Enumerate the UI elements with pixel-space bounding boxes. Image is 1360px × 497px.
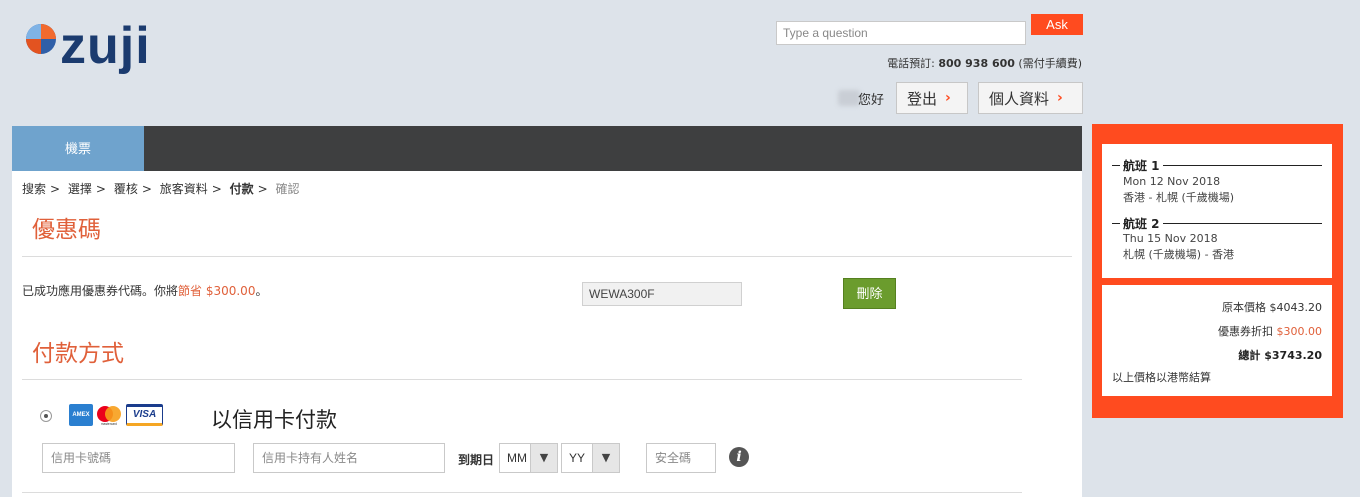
phone-booking-info: 電話預訂: 800 938 600 (需付手續費) [887, 55, 1082, 71]
section-divider [22, 492, 1022, 493]
breadcrumb-separator: > [257, 182, 268, 196]
expiry-month-select[interactable]: MM ▼ [499, 443, 558, 473]
original-price-label: 原本價格 [1222, 301, 1266, 314]
currency-note: 以上價格以港幣結算 [1112, 371, 1211, 384]
chevron-down-icon: ▼ [592, 444, 619, 472]
logout-label: 登出 [907, 89, 938, 108]
zuji-logo[interactable]: zuji [24, 17, 164, 78]
breadcrumb-traveller[interactable]: 旅客資料 [160, 182, 208, 196]
breadcrumb-separator: > [95, 182, 106, 196]
breadcrumb-select[interactable]: 選擇 [68, 182, 92, 196]
breadcrumb-separator: > [211, 182, 222, 196]
flight-summary-box: 航班 1 Mon 12 Nov 2018 香港 - 札幌 (千歲機場) 航班 2… [1102, 144, 1332, 278]
promo-saved-amount: 節省 $300.00 [178, 284, 256, 298]
promo-applied-message: 已成功應用優惠券代碼。你將節省 $300.00。 [22, 282, 267, 299]
tab-flights[interactable]: 機票 [12, 126, 144, 171]
original-price-row: 原本價格 $4043.20 [1222, 299, 1322, 315]
info-icon[interactable]: i [729, 447, 749, 467]
card-holder-input[interactable] [253, 443, 445, 473]
discount-label: 優惠券折扣 [1218, 325, 1273, 338]
profile-button[interactable]: 個人資料 › [978, 82, 1083, 114]
chevron-right-icon: › [1057, 90, 1063, 106]
profile-label: 個人資料 [989, 89, 1050, 108]
total-label: 總計 [1238, 349, 1261, 362]
credit-card-radio[interactable] [40, 410, 52, 422]
flight-1-route: 香港 - 札幌 (千歲機場) [1123, 191, 1235, 204]
expiry-label: 到期日 [458, 453, 495, 467]
section-divider [22, 379, 1022, 380]
breadcrumb-review[interactable]: 覆核 [114, 182, 138, 196]
price-summary-box: 原本價格 $4043.20 優惠券折扣 $300.00 總計 $3743.20 … [1102, 285, 1332, 396]
ask-button[interactable]: Ask [1031, 14, 1083, 35]
promo-message-prefix: 已成功應用優惠券代碼。你將 [22, 284, 179, 298]
payment-section-title: 付款方式 [32, 341, 124, 367]
booking-summary-panel: 航班 1 Mon 12 Nov 2018 香港 - 札幌 (千歲機場) 航班 2… [1092, 124, 1343, 418]
phone-number: 800 938 600 [938, 57, 1015, 70]
flight-2-heading: 航班 2 [1112, 215, 1322, 232]
delete-promo-button[interactable]: 刪除 [843, 278, 896, 309]
breadcrumb-payment: 付款 [229, 182, 254, 196]
logout-button[interactable]: 登出 › [896, 82, 968, 114]
blurred-username [838, 90, 860, 106]
expiry-year-select[interactable]: YY ▼ [561, 443, 620, 473]
chevron-down-icon: ▼ [530, 444, 557, 472]
discount-row: 優惠券折扣 $300.00 [1218, 323, 1322, 339]
flight-1-date: Mon 12 Nov 2018 [1123, 175, 1221, 188]
breadcrumb-search[interactable]: 搜索 [22, 182, 46, 196]
promo-message-suffix: 。 [255, 284, 268, 298]
breadcrumb-separator: > [50, 182, 61, 196]
promo-section-title: 優惠碼 [32, 217, 101, 243]
flight-2-route: 札幌 (千歲機場) - 香港 [1123, 248, 1235, 261]
card-number-input[interactable] [42, 443, 235, 473]
expiry-year-value: YY [569, 451, 586, 465]
amex-card-icon: AMEX [69, 404, 93, 426]
chevron-right-icon: › [945, 90, 951, 106]
breadcrumb: 搜索 > 選擇 > 覆核 > 旅客資料 > 付款 > 確認 [22, 180, 304, 197]
breadcrumb-separator: > [141, 182, 152, 196]
credit-card-method-label: 以信用卡付款 [211, 408, 337, 432]
phone-prefix: 電話預訂: [887, 57, 939, 70]
original-price-amount: $4043.20 [1269, 301, 1323, 314]
question-search-input[interactable] [776, 21, 1026, 45]
mastercard-text: mastercard [101, 422, 117, 426]
visa-card-icon: VISA [126, 404, 163, 426]
phone-suffix: (需付手續費) [1014, 57, 1082, 70]
promo-code-field[interactable] [582, 282, 742, 306]
expiry-month-value: MM [507, 451, 527, 465]
total-row: 總計 $3743.20 [1238, 347, 1322, 363]
logo-wordmark: zuji [60, 17, 151, 75]
section-divider [22, 256, 1072, 257]
mastercard-icon: mastercard [97, 406, 121, 426]
total-amount: $3743.20 [1264, 349, 1322, 362]
discount-amount: $300.00 [1276, 325, 1323, 338]
cvv-input[interactable] [646, 443, 716, 473]
flight-2-date: Thu 15 Nov 2018 [1123, 232, 1218, 245]
breadcrumb-confirm: 確認 [275, 182, 300, 196]
flight-1-heading: 航班 1 [1112, 157, 1322, 174]
globe-logo-icon [26, 24, 56, 54]
booking-main-panel: 機票 搜索 > 選擇 > 覆核 > 旅客資料 > 付款 > 確認 優惠碼 已成功應用優惠券… [12, 126, 1082, 497]
product-tab-bar: 機票 [12, 126, 1082, 171]
greeting-text: 您好 [858, 93, 885, 108]
